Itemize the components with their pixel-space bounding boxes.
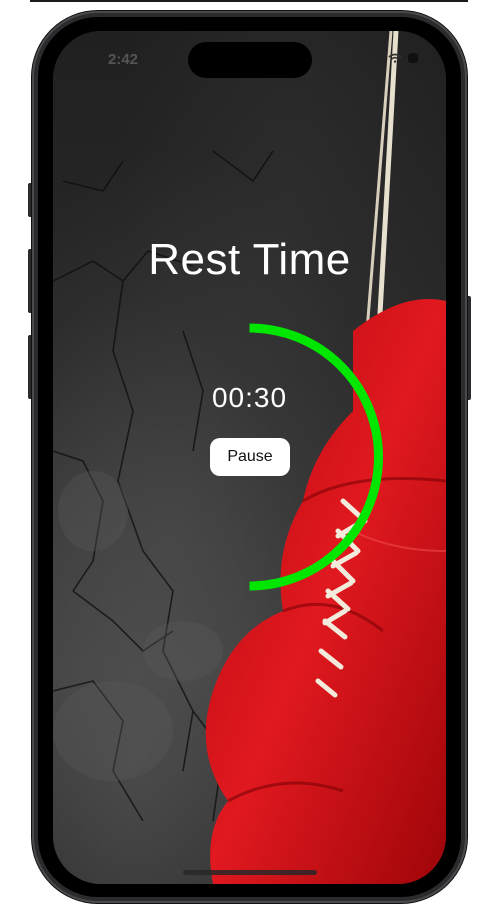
pause-button[interactable]: Pause <box>210 438 290 476</box>
top-rule <box>30 0 468 2</box>
status-icons <box>388 53 418 63</box>
page-title: Rest Time <box>148 235 351 284</box>
dynamic-island <box>188 42 312 78</box>
wifi-icon <box>388 53 402 63</box>
status-time: 2:42 <box>108 51 139 68</box>
countdown-timer: 00:30 <box>211 382 288 413</box>
battery-icon <box>408 53 418 63</box>
home-indicator[interactable] <box>183 870 317 875</box>
app-screen: 2:42 Rest Time 00:30 Pause <box>53 31 446 884</box>
